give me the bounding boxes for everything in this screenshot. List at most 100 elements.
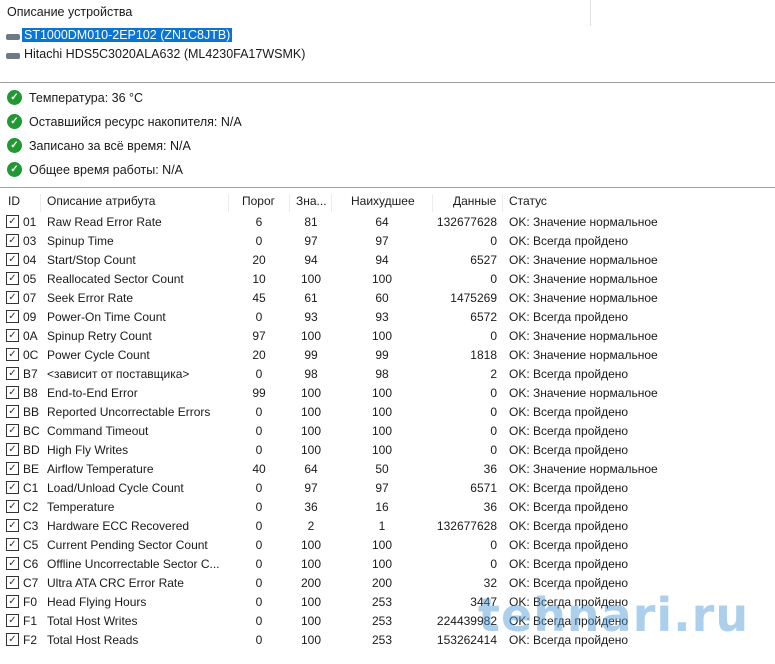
row-checkbox[interactable]: ✓ (6, 272, 19, 285)
table-row[interactable]: ✓ BC Command Timeout 0 100 100 0 OK: Всегда про… (0, 422, 775, 441)
attr-status: OK: Значение нормальное (509, 253, 658, 267)
attr-threshold: 0 (255, 481, 263, 495)
attr-value: 97 (304, 481, 318, 495)
attr-threshold: 0 (255, 576, 263, 590)
attr-threshold: 0 (255, 633, 263, 647)
row-checkbox[interactable]: ✓ (6, 253, 19, 266)
attr-value: 100 (300, 386, 322, 400)
table-row[interactable]: ✓ 01 Raw Read Error Rate 6 81 64 132677628 OK: … (0, 213, 775, 232)
table-row[interactable]: ✓ 0C Power Cycle Count 20 99 99 1818 OK: Значен… (0, 346, 775, 365)
table-row[interactable]: ✓ C6 Offline Uncorrectable Sector C... 0 100… (0, 555, 775, 574)
attr-id: 05 (23, 272, 37, 286)
attr-name: Spinup Retry Count (47, 329, 152, 343)
row-checkbox[interactable]: ✓ (6, 310, 19, 323)
attr-name: Airflow Temperature (47, 462, 154, 476)
summary-item: ✓ Температура: 36 °C (7, 90, 143, 105)
table-row[interactable]: ✓ BB Reported Uncorrectable Errors 0 100 100 0… (0, 403, 775, 422)
row-checkbox[interactable]: ✓ (6, 291, 19, 304)
attr-value: 200 (300, 576, 322, 590)
table-row[interactable]: ✓ C5 Current Pending Sector Count 0 100 100 0 O… (0, 536, 775, 555)
row-checkbox[interactable]: ✓ (6, 500, 19, 513)
attr-worst: 253 (371, 633, 393, 647)
attr-status: OK: Всегда пройдено (509, 557, 629, 571)
row-checkbox[interactable]: ✓ (6, 595, 19, 608)
row-checkbox[interactable]: ✓ (6, 576, 19, 589)
attr-id: C2 (23, 500, 39, 514)
attr-worst: 253 (371, 614, 393, 628)
summary-text: Температура: 36 °C (29, 90, 144, 105)
row-checkbox[interactable]: ✓ (6, 367, 19, 380)
row-checkbox[interactable]: ✓ (6, 234, 19, 247)
attr-id: BC (23, 424, 40, 438)
check-circle-icon: ✓ (7, 114, 22, 129)
row-checkbox[interactable]: ✓ (6, 329, 19, 342)
row-checkbox[interactable]: ✓ (6, 557, 19, 570)
table-row[interactable]: ✓ BD High Fly Writes 0 100 100 0 OK: Всегда про… (0, 441, 775, 460)
table-row[interactable]: ✓ B7 <зависит от поставщика> 0 98 98 2 OK: Всег… (0, 365, 775, 384)
attr-id: 01 (23, 215, 37, 229)
attr-worst: 253 (371, 595, 393, 609)
attr-value: 100 (300, 614, 322, 628)
row-checkbox[interactable]: ✓ (6, 614, 19, 627)
attr-threshold: 45 (252, 291, 266, 305)
col-value[interactable]: Зна... (296, 194, 327, 208)
attr-worst: 97 (375, 234, 389, 248)
attr-data: 6571 (470, 481, 497, 495)
attr-threshold: 0 (255, 557, 263, 571)
col-id[interactable]: ID (8, 194, 20, 208)
attr-name: Power-On Time Count (47, 310, 166, 324)
attr-status: OK: Всегда пройдено (509, 234, 629, 248)
attr-id: 07 (23, 291, 37, 305)
col-data[interactable]: Данные (453, 194, 496, 208)
device-item[interactable]: Hitachi HDS5C3020ALA632 (ML4230FA17WSMK) (6, 45, 307, 62)
attr-data: 36 (483, 462, 497, 476)
table-row[interactable]: ✓ 05 Reallocated Sector Count 10 100 100 0 OK: … (0, 270, 775, 289)
row-checkbox[interactable]: ✓ (6, 215, 19, 228)
device-item[interactable]: ST1000DM010-2EP102 (ZN1C8JTB) (6, 26, 233, 43)
row-checkbox[interactable]: ✓ (6, 386, 19, 399)
attr-data: 6572 (470, 310, 497, 324)
attr-worst: 64 (375, 215, 389, 229)
table-row[interactable]: ✓ BE Airflow Temperature 40 64 50 36 OK: Значен… (0, 460, 775, 479)
device-section-title: Описание устройства (7, 5, 133, 19)
attr-name: Temperature (47, 500, 115, 514)
row-checkbox[interactable]: ✓ (6, 633, 19, 646)
table-row[interactable]: ✓ 04 Start/Stop Count 20 94 94 6527 OK: Значени… (0, 251, 775, 270)
attr-threshold: 0 (255, 310, 263, 324)
table-row[interactable]: ✓ 09 Power-On Time Count 0 93 93 6572 OK: Всегд… (0, 308, 775, 327)
col-status[interactable]: Статус (509, 194, 547, 208)
attr-id: C7 (23, 576, 39, 590)
row-checkbox[interactable]: ✓ (6, 519, 19, 532)
row-checkbox[interactable]: ✓ (6, 424, 19, 437)
attr-value: 100 (300, 443, 322, 457)
attr-threshold: 20 (252, 253, 266, 267)
row-checkbox[interactable]: ✓ (6, 462, 19, 475)
row-checkbox[interactable]: ✓ (6, 348, 19, 361)
row-checkbox[interactable]: ✓ (6, 405, 19, 418)
col-name[interactable]: Описание атрибута (47, 194, 155, 208)
table-row[interactable]: ✓ 07 Seek Error Rate 45 61 60 1475269 OK: Значе… (0, 289, 775, 308)
attr-threshold: 6 (255, 215, 263, 229)
table-row[interactable]: ✓ C2 Temperature 0 36 16 36 OK: Всегда пройдено (0, 498, 775, 517)
attr-id: C6 (23, 557, 39, 571)
table-row[interactable]: ✓ 0A Spinup Retry Count 97 100 100 0 OK: Значен… (0, 327, 775, 346)
table-row[interactable]: ✓ B8 End-to-End Error 99 100 100 0 OK: Значение… (0, 384, 775, 403)
col-worst[interactable]: Наихудшее (351, 194, 415, 208)
attr-status: OK: Всегда пройдено (509, 310, 629, 324)
table-row[interactable]: ✓ C3 Hardware ECC Recovered 0 2 1 132677628 OK:… (0, 517, 775, 536)
col-threshold[interactable]: Порог (242, 194, 275, 208)
divider (590, 0, 591, 26)
attr-name: Reallocated Sector Count (47, 272, 184, 286)
attr-data: 0 (490, 329, 497, 343)
row-checkbox[interactable]: ✓ (6, 481, 19, 494)
attr-worst: 200 (371, 576, 393, 590)
table-row[interactable]: ✓ 03 Spinup Time 0 97 97 0 OK: Всегда пройдено (0, 232, 775, 251)
divider (0, 187, 775, 188)
attr-name: Head Flying Hours (47, 595, 147, 609)
attr-id: 03 (23, 234, 37, 248)
attr-value: 97 (304, 234, 318, 248)
row-checkbox[interactable]: ✓ (6, 538, 19, 551)
table-row[interactable]: ✓ C1 Load/Unload Cycle Count 0 97 97 6571 OK: В… (0, 479, 775, 498)
row-checkbox[interactable]: ✓ (6, 443, 19, 456)
attr-name: Reported Uncorrectable Errors (47, 405, 211, 419)
